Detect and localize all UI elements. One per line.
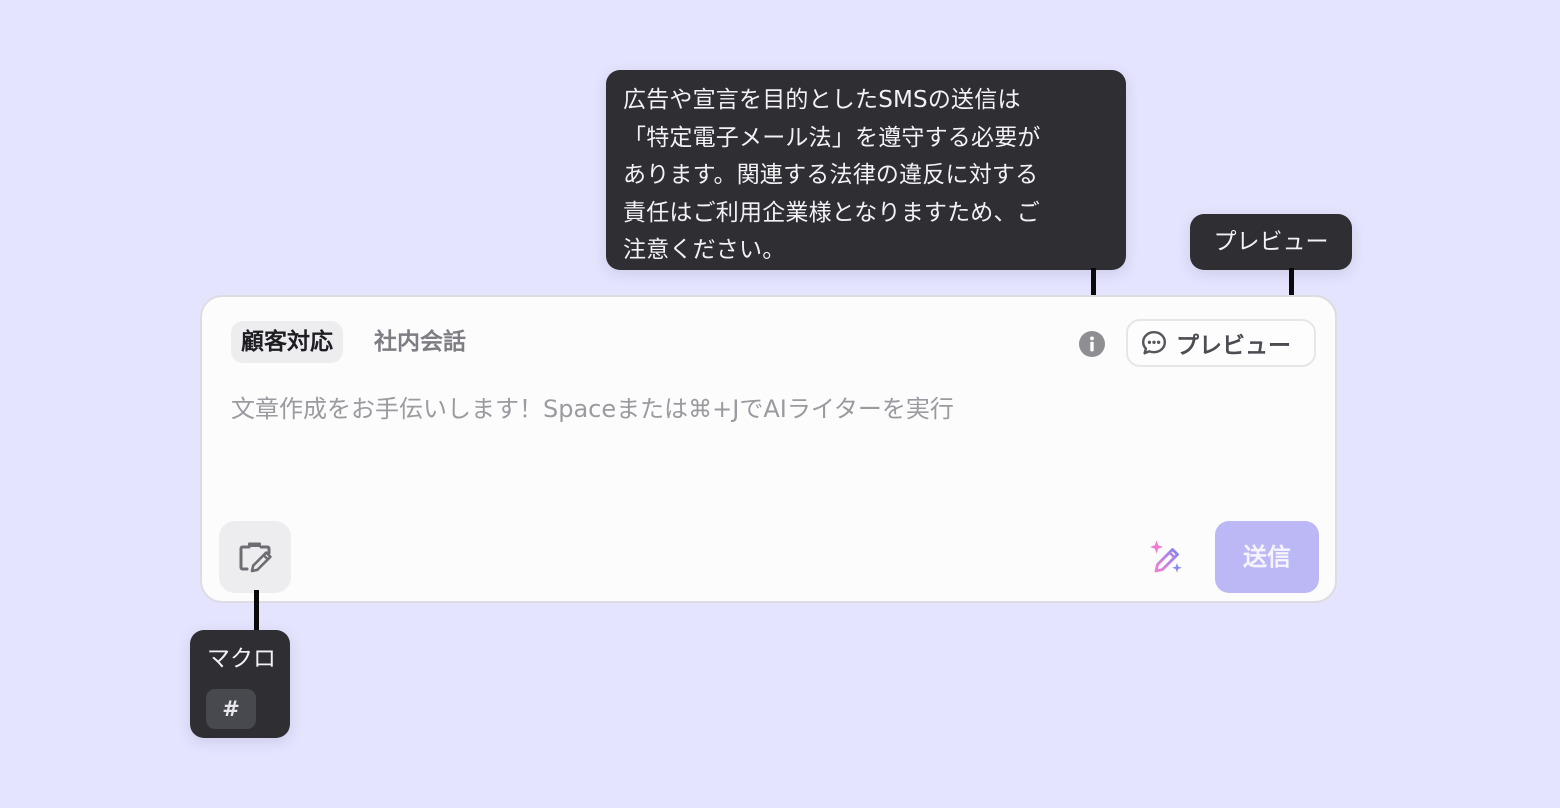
sms-notice-line: 「特定電子メール法」を遵守する必要が <box>623 124 1041 151</box>
macro-edit-icon <box>239 542 272 573</box>
preview-tooltip: プレビュー <box>1190 214 1352 270</box>
send-button[interactable]: 送信 <box>1215 521 1319 593</box>
chat-bubble-icon <box>1142 331 1166 355</box>
info-icon[interactable] <box>1079 331 1105 357</box>
preview-tooltip-label: プレビュー <box>1213 229 1329 255</box>
ai-writer-button[interactable] <box>1146 537 1186 577</box>
sms-notice-tooltip: 広告や宣言を目的としたSMSの送信は 「特定電子メール法」を遵守する必要が あり… <box>606 70 1126 270</box>
macro-tooltip: マクロ # <box>190 630 290 738</box>
sms-notice-line: あります。関連する法律の違反に対する <box>623 162 1039 188</box>
sms-notice-line: 注意ください。 <box>623 237 786 263</box>
macro-connector <box>254 590 259 632</box>
magic-pen-icon <box>1150 540 1182 573</box>
sms-notice-line: 広告や宣言を目的としたSMSの送信は <box>623 87 1021 113</box>
sms-notice-line: 責任はご利用企業様となりますため、ご <box>623 199 1040 226</box>
tab-internal-chat[interactable]: 社内会話 <box>374 321 466 363</box>
message-input[interactable] <box>231 387 1291 497</box>
preview-button[interactable]: プレビュー <box>1126 319 1316 367</box>
message-composer: 顧客対応 社内会話 プレビュー 文章作成をお手伝いします！Spaceまたは⌘+J… <box>200 295 1337 603</box>
preview-button-label: プレビュー <box>1176 333 1291 359</box>
macro-shortcut-key: # <box>206 689 256 729</box>
tab-customer-support[interactable]: 顧客対応 <box>231 321 343 363</box>
macro-button[interactable] <box>219 521 291 593</box>
macro-tooltip-label: マクロ <box>207 646 276 672</box>
